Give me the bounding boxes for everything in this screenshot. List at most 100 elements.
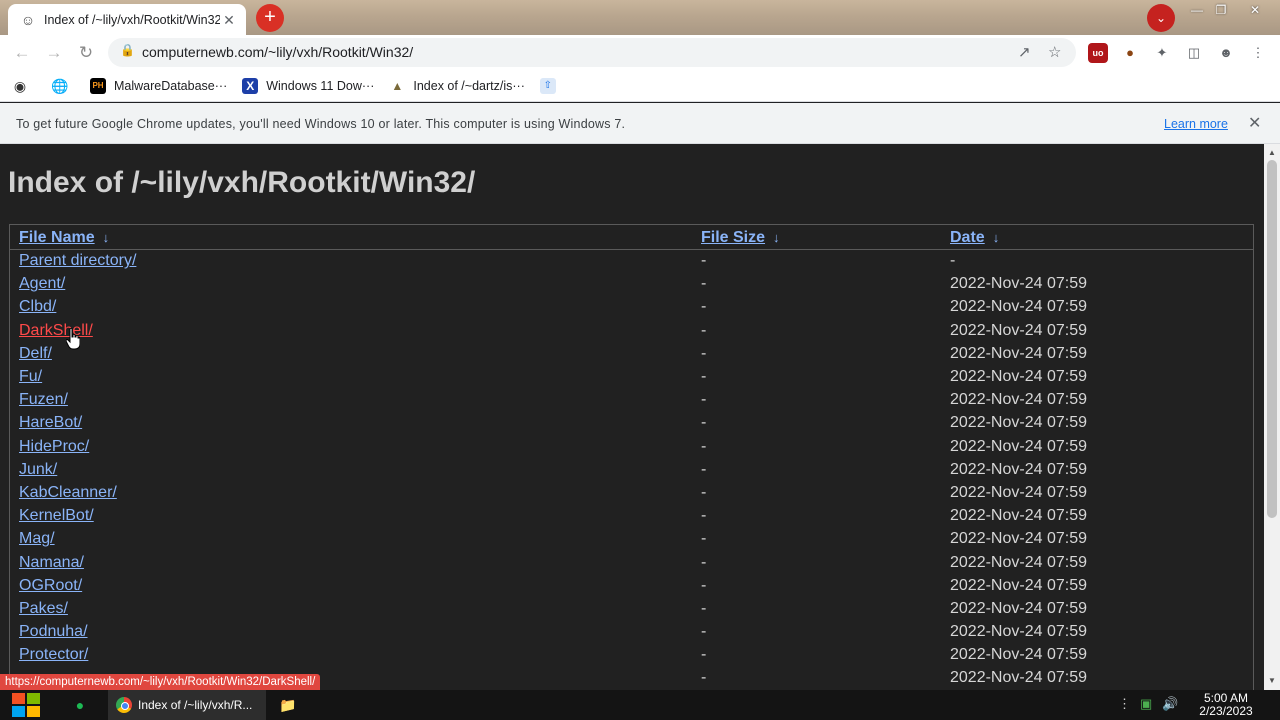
bookmark-item[interactable]: PH MalwareDatabase··· [90,77,227,94]
sort-arrow-icon[interactable]: ↓ [773,230,780,245]
volume-icon[interactable]: 🔊 [1162,696,1178,712]
menu-kebab-icon[interactable]: ⋮ [1248,43,1268,63]
ph-icon: PH [90,77,106,94]
date-cell: 2022-Nov-24 07:59 [950,298,1087,316]
page-scrollbar[interactable]: ▲ ▼ [1264,144,1280,690]
file-size-cell: - [701,669,707,687]
sort-arrow-icon[interactable]: ↓ [103,230,110,245]
close-window-button[interactable]: ✕ [1242,2,1268,18]
table-row: Fu/ - 2022-Nov-24 07:59 [10,365,1253,388]
file-link[interactable]: OGRoot/ [19,577,82,594]
profile-icon[interactable]: ☻ [1216,43,1236,63]
file-link[interactable]: Namana/ [19,554,84,571]
new-tab-button[interactable]: + [256,4,284,32]
file-link[interactable]: DarkShell/ [19,322,93,339]
table-row: Protector/ - 2022-Nov-24 07:59 [10,644,1253,667]
file-name-cell: DarkShell/ [10,319,692,342]
start-button-icon[interactable] [9,690,43,720]
scrollbar-thumb[interactable] [1267,160,1277,518]
file-link[interactable]: Junk/ [19,461,57,478]
tab-close-icon[interactable]: ✕ [220,11,238,29]
date-cell: 2022-Nov-24 07:59 [950,507,1087,525]
file-name-cell: Delf/ [10,342,692,365]
side-panel-icon[interactable]: ◫ [1184,43,1204,63]
learn-more-link[interactable]: Learn more [1164,117,1228,131]
reload-button[interactable]: ↻ [72,39,100,67]
file-size-cell: - [701,530,707,548]
chrome-icon [116,697,132,713]
file-name-cell: Agent/ [10,273,692,296]
lock-icon[interactable]: 🔒 [120,43,135,57]
sort-arrow-icon[interactable]: ↓ [993,230,1000,245]
file-size-cell: - [701,576,707,594]
extension-avatar-icon[interactable]: ● [1120,43,1140,63]
folder-icon[interactable]: 📁 [278,695,298,715]
file-link[interactable]: Podnuha/ [19,623,88,640]
file-name-cell: OGRoot/ [10,574,692,597]
sort-by-name-link[interactable]: File Name [19,229,95,246]
table-row: HareBot/ - 2022-Nov-24 07:59 [10,412,1253,435]
spotify-icon[interactable]: ● [70,695,90,715]
bookmark-star-icon[interactable]: ☆ [1048,43,1061,61]
url-text[interactable]: computernewb.com/~lily/vxh/Rootkit/Win32… [142,44,413,60]
tab-title: Index of /~lily/vxh/Rootkit/Win32/ [44,12,220,27]
ublock-extension-icon[interactable]: uo [1088,43,1108,63]
file-size-cell: - [701,298,707,316]
sort-by-date-link[interactable]: Date [950,229,985,246]
directory-icon: ▲ [391,78,404,93]
file-link[interactable]: Pakes/ [19,600,68,617]
file-link[interactable]: Clbd/ [19,298,56,315]
scroll-up-icon[interactable]: ▲ [1264,146,1280,160]
file-name-cell: Clbd/ [10,296,692,319]
file-link[interactable]: Fuzen/ [19,391,68,408]
sort-by-size-link[interactable]: File Size [701,229,765,246]
table-row: OGRoot/ - 2022-Nov-24 07:59 [10,574,1253,597]
file-link[interactable]: Parent directory/ [19,252,136,269]
file-name-cell: Podnuha/ [10,621,692,644]
file-link[interactable]: Delf/ [19,345,52,362]
overflow-icon[interactable]: ⋮ [1118,696,1131,712]
file-name-cell: Fu/ [10,365,692,388]
date-cell: 2022-Nov-24 07:59 [950,344,1087,362]
restore-button[interactable]: ❐ [1208,2,1234,18]
extensions-puzzle-icon[interactable]: ✦ [1152,43,1172,63]
table-row: DarkShell/ - 2022-Nov-24 07:59 [10,319,1253,342]
file-link[interactable]: Mag/ [19,530,55,547]
file-link[interactable]: KernelBot/ [19,507,94,524]
file-link[interactable]: HideProc/ [19,438,89,455]
file-name-cell: KernelBot/ [10,505,692,528]
file-size-cell: - [701,437,707,455]
taskbar-chrome-button[interactable]: Index of /~lily/vxh/R... [108,690,266,720]
taskbar-chrome-label: Index of /~lily/vxh/R... [138,698,253,712]
file-link[interactable]: Fu/ [19,368,42,385]
bookmark-item[interactable]: X Windows 11 Dow··· [242,77,374,94]
forward-button[interactable]: → [40,39,68,67]
minimize-button[interactable]: — [1184,2,1210,18]
network-icon[interactable]: ▣ [1140,696,1152,712]
scroll-down-icon[interactable]: ▼ [1264,674,1280,688]
bookmark-item[interactable]: ◉ [12,78,36,94]
file-name-cell: KabCleanner/ [10,481,692,504]
back-button[interactable]: ← [8,39,36,67]
address-bar[interactable]: 🔒 computernewb.com/~lily/vxh/Rootkit/Win… [108,38,1076,67]
taskbar-clock[interactable]: 5:00 AM 2/23/2023 [1190,692,1262,718]
clock-date: 2/23/2023 [1199,704,1253,718]
file-link[interactable]: Agent/ [19,275,65,292]
browser-tab[interactable]: ☺ Index of /~lily/vxh/Rootkit/Win32/ ✕ [8,4,246,35]
share-icon[interactable]: ↗ [1018,43,1031,61]
header-file-name: File Name ↓ [10,225,692,250]
page-title: Index of /~lily/vxh/Rootkit/Win32/ [8,166,476,199]
date-cell: 2022-Nov-24 07:59 [950,460,1087,478]
bookmarks-bar: ◉ 🌐 PH MalwareDatabase··· X Windows 11 D… [0,70,1280,102]
table-header-row: File Name ↓ File Size ↓ Date ↓ [10,225,1253,250]
file-link[interactable]: HareBot/ [19,414,82,431]
bookmark-item[interactable]: ⇧ [539,77,564,94]
tab-search-button[interactable]: ⌄ [1147,4,1175,32]
bookmark-item[interactable]: 🌐 [51,78,75,94]
date-cell: 2022-Nov-24 07:59 [950,414,1087,432]
bookmark-item[interactable]: ▲ Index of /~dartz/is··· [389,78,524,94]
file-link[interactable]: KabCleanner/ [19,484,117,501]
link-status-bubble: https://computernewb.com/~lily/vxh/Rootk… [0,674,321,690]
file-link[interactable]: Protector/ [19,646,88,663]
infobar-close-icon[interactable]: ✕ [1248,113,1261,133]
